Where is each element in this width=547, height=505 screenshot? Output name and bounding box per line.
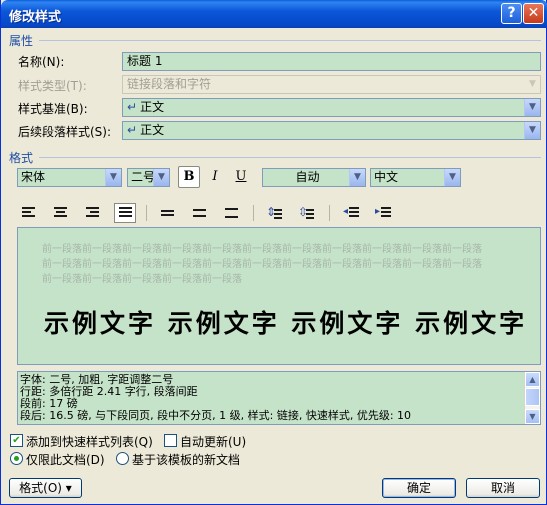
font-color-value: 自动 [295, 170, 320, 184]
justify-icon[interactable] [114, 203, 136, 223]
format-menu-button[interactable]: 格式(O) ▾ [9, 478, 82, 498]
format-section-label: 格式 [9, 151, 34, 165]
align-right-icon[interactable] [82, 203, 104, 223]
dialog-title: 修改样式 [9, 10, 62, 25]
previous-paragraph-line: 前一段落前一段落前一段落前一段落前一段落 [42, 274, 242, 285]
following-style-label: 后续段落样式(S): [18, 125, 112, 139]
help-button[interactable]: ? [501, 3, 522, 24]
one-half-spacing-icon[interactable] [189, 203, 211, 223]
previous-paragraph-line: 前一段落前一段落前一段落前一段落前一段落前一段落前一段落前一段落前一段落前一段落… [42, 244, 482, 255]
align-center-icon[interactable] [50, 203, 72, 223]
close-button[interactable]: ✕ [523, 3, 544, 24]
style-type-label: 样式类型(T): [18, 79, 87, 93]
cancel-button[interactable]: 取消 [466, 478, 540, 498]
toolbar-separator [253, 205, 254, 221]
style-description-box: 字体: 二号, 加粗, 字距调整二号 行距: 多倍行距 2.41 字行, 段落间… [17, 371, 541, 425]
auto-update-checkbox[interactable] [164, 434, 177, 447]
style-preview-pane: 前一段落前一段落前一段落前一段落前一段落前一段落前一段落前一段落前一段落前一段落… [17, 227, 541, 365]
chevron-down-icon[interactable]: ▼ [524, 122, 540, 139]
style-type-value: 链接段落和字符 [127, 77, 212, 91]
properties-section-label: 属性 [9, 34, 34, 48]
toolbar-separator [329, 205, 330, 221]
single-spacing-icon[interactable] [157, 203, 179, 223]
new-documents-template-label[interactable]: 基于该模板的新文档 [132, 451, 240, 468]
paragraph-return-icon: ↵ [127, 100, 138, 114]
double-spacing-icon[interactable] [221, 203, 243, 223]
auto-update-label[interactable]: 自动更新(U) [180, 433, 246, 450]
font-value: 宋体 [21, 170, 46, 184]
new-documents-template-radio[interactable] [116, 452, 129, 465]
style-name-value: 标题 1 [127, 54, 163, 68]
font-size-value: 二号 [131, 170, 156, 184]
description-scrollbar[interactable]: ▲ ▼ [524, 372, 540, 424]
font-select[interactable]: 宋体 ▼ [17, 168, 122, 187]
this-document-only-radio[interactable] [10, 452, 23, 465]
modify-style-dialog: 修改样式 ? ✕ 属性 名称(N): 标题 1 样式类型(T): 链接段落和字符… [0, 0, 547, 505]
space-before-increase-icon[interactable]: ⇕ [264, 203, 286, 223]
decrease-indent-icon[interactable]: ◂ [341, 203, 363, 223]
italic-button[interactable]: I [204, 166, 226, 188]
scroll-down-icon[interactable]: ▼ [525, 409, 540, 424]
chevron-down-icon: ▼ [524, 76, 540, 93]
add-to-quick-styles-checkbox[interactable]: ✔ [10, 434, 23, 447]
based-on-select[interactable]: ↵ 正文 ▼ [122, 98, 541, 117]
add-to-quick-styles-label[interactable]: 添加到快速样式列表(Q) [26, 433, 153, 450]
style-name-input[interactable]: 标题 1 [122, 52, 541, 71]
chevron-down-icon[interactable]: ▼ [349, 169, 365, 186]
ok-button[interactable]: 确定 [382, 478, 456, 498]
following-style-select[interactable]: ↵ 正文 ▼ [122, 121, 541, 140]
previous-paragraph-line: 前一段落前一段落前一段落前一段落前一段落前一段落前一段落前一段落前一段落前一段落… [42, 259, 482, 270]
font-color-select[interactable]: 自动 ▼ [262, 168, 366, 187]
scroll-up-icon[interactable]: ▲ [525, 372, 540, 387]
bold-button[interactable]: B [178, 166, 200, 188]
space-before-decrease-icon[interactable]: ⇳ [296, 203, 318, 223]
based-on-label: 样式基准(B): [18, 102, 88, 116]
scroll-thumb[interactable] [525, 388, 540, 406]
following-style-value: 正文 [140, 123, 165, 137]
format-divider [39, 157, 541, 158]
underline-button[interactable]: U [230, 166, 252, 188]
title-bar[interactable]: 修改样式 ? ✕ [1, 0, 547, 28]
paragraph-return-icon: ↵ [127, 123, 138, 137]
chevron-down-icon[interactable]: ▼ [524, 99, 540, 116]
chevron-down-icon[interactable]: ▼ [105, 169, 121, 186]
toolbar-separator [146, 205, 147, 221]
properties-divider [39, 40, 541, 41]
this-document-only-label[interactable]: 仅限此文档(D) [26, 451, 105, 468]
based-on-value: 正文 [140, 100, 165, 114]
description-line: 段后: 16.5 磅, 与下段同页, 段中不分页, 1 级, 样式: 链接, 快… [20, 409, 412, 422]
increase-indent-icon[interactable]: ▸ [373, 203, 395, 223]
style-type-select: 链接段落和字符 ▼ [122, 75, 541, 94]
name-label: 名称(N): [18, 55, 65, 69]
font-size-select[interactable]: 二号 ▼ [127, 168, 170, 187]
script-select[interactable]: 中文 ▼ [370, 168, 461, 187]
sample-text: 示例文字 示例文字 示例文字 示例文字 [44, 309, 528, 338]
align-left-icon[interactable] [18, 203, 40, 223]
chevron-down-icon[interactable]: ▼ [444, 169, 460, 186]
script-value: 中文 [374, 170, 399, 184]
chevron-down-icon[interactable]: ▼ [153, 169, 169, 186]
